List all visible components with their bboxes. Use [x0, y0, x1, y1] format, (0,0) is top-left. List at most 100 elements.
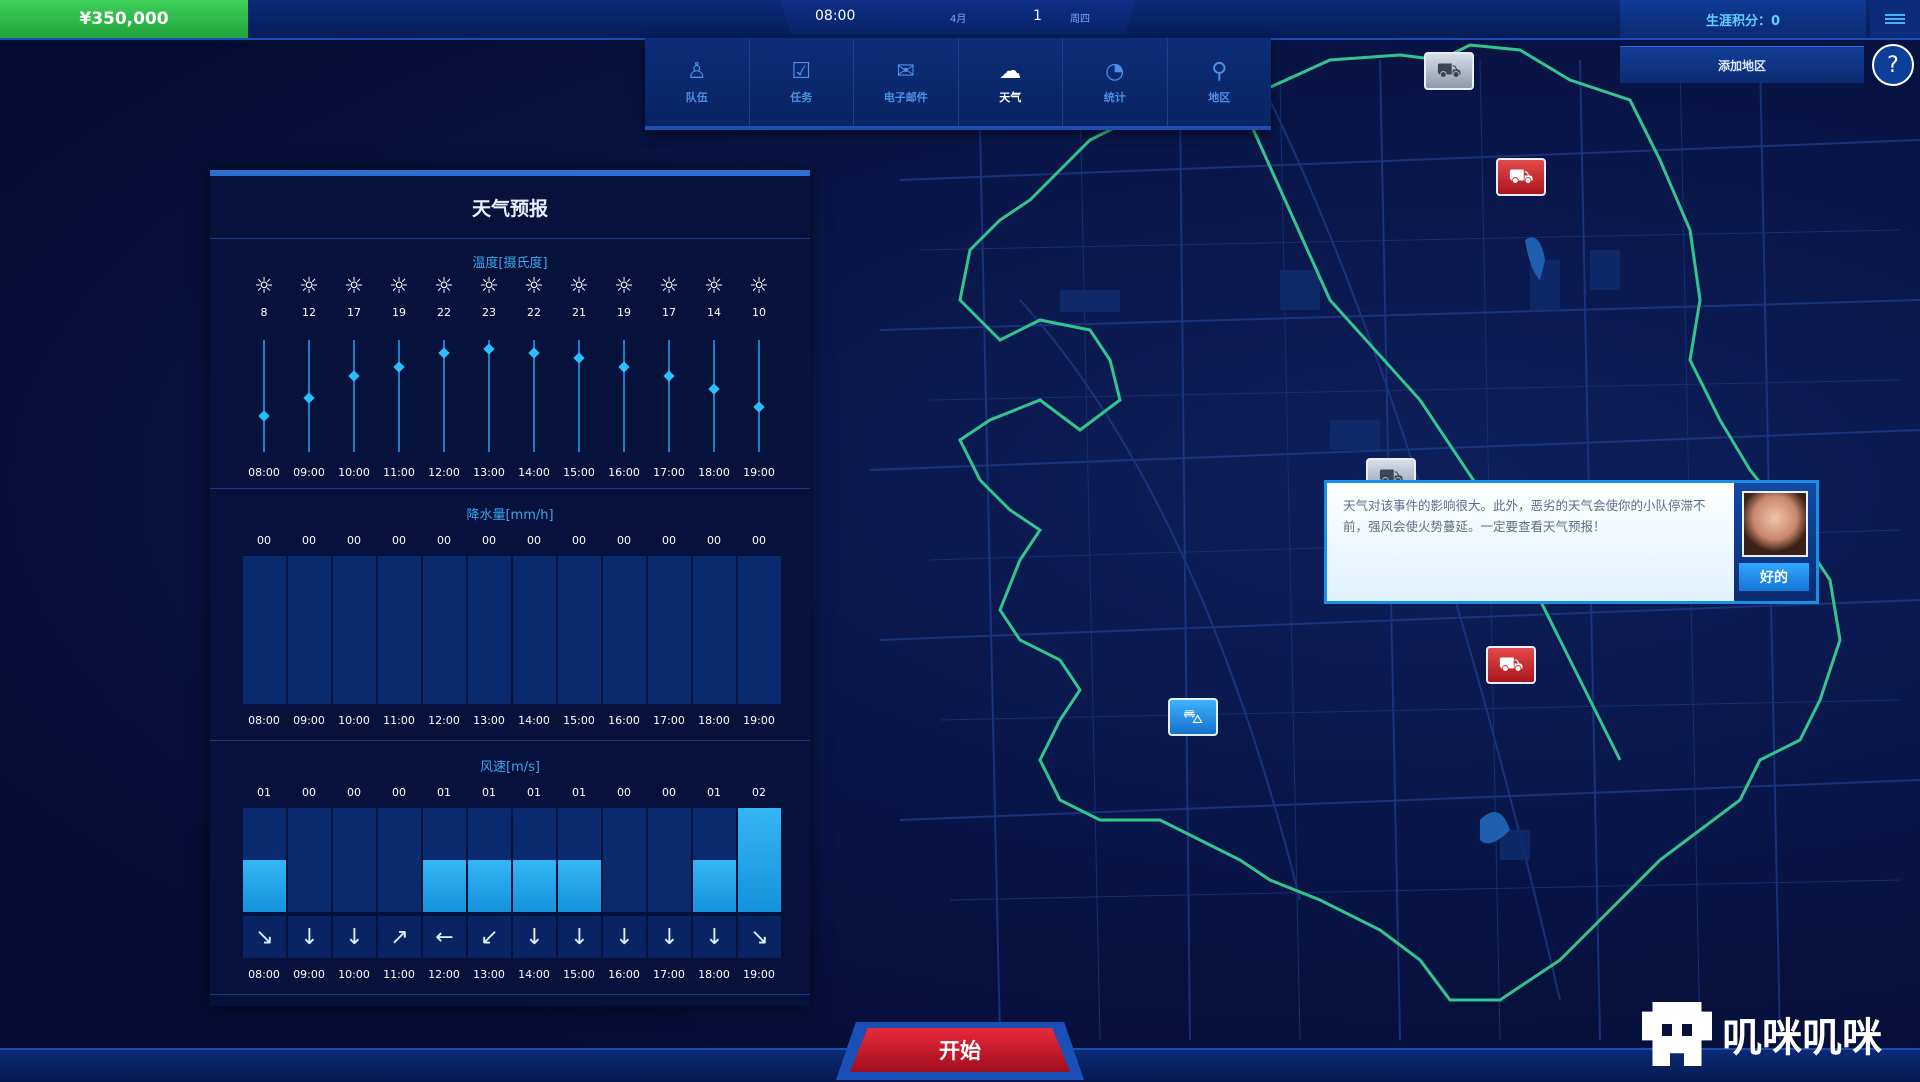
- hour-label: 17:00: [653, 968, 685, 981]
- wind-bar: [513, 808, 556, 912]
- panel-title: 天气预报: [210, 176, 810, 239]
- wind-direction-icon: ↓: [333, 916, 376, 958]
- wind-bar: [378, 808, 421, 912]
- add-region-button[interactable]: 添加地区: [1620, 46, 1864, 83]
- temperature-point: [753, 401, 765, 413]
- wind-value: 00: [617, 786, 631, 799]
- wind-value: 00: [392, 786, 406, 799]
- fire-truck-icon: ⛟: [1508, 163, 1534, 188]
- temperature-point: [258, 410, 270, 422]
- hour-label: 18:00: [698, 968, 730, 981]
- hamburger-icon: [1885, 12, 1905, 26]
- dialog-text: 天气对该事件的影响很大。此外，恶劣的天气会使你的小队停滞不前，强风会使火势蔓延。…: [1343, 498, 1706, 534]
- vehicle-marker-car[interactable]: ⛍: [1168, 698, 1218, 736]
- hour-label: 16:00: [608, 968, 640, 981]
- temperature-stem: [623, 340, 625, 452]
- money-display: ¥350,000: [0, 0, 248, 38]
- hour-label: 13:00: [473, 714, 505, 727]
- hour-label: 17:00: [653, 466, 685, 479]
- hour-label: 09:00: [293, 714, 325, 727]
- hour-label: 18:00: [698, 466, 730, 479]
- wind-title: 风速[m/s]: [480, 760, 540, 775]
- partly-cloudy-icon: ☼: [704, 274, 724, 299]
- weather-forecast-panel: 天气预报 温度[摄氏度] ☼ 8 08:00 ☼ 12 09:00 ☼ 17 10:00 ☼ 19 1…: [210, 170, 810, 1006]
- wind-direction-icon: ↓: [603, 916, 646, 958]
- temperature-section: 温度[摄氏度] ☼ 8 08:00 ☼ 12 09:00 ☼ 17 10:00 ☼ 19 11:00 ☼…: [210, 238, 810, 489]
- wind-bar: [738, 808, 781, 912]
- hour-label: 17:00: [653, 714, 685, 727]
- temperature-value: 22: [527, 306, 541, 319]
- temperature-stem: [713, 340, 715, 452]
- temperature-value: 12: [302, 306, 316, 319]
- vehicle-marker-fire-truck-2[interactable]: ⛟: [1486, 646, 1536, 684]
- wind-value: 01: [482, 786, 496, 799]
- partly-cloudy-icon: ☼: [254, 274, 274, 299]
- wind-direction-icon: ↘: [738, 916, 781, 958]
- temperature-point: [393, 361, 405, 373]
- precipitation-value: 00: [347, 534, 361, 547]
- temperature-value: 10: [752, 306, 766, 319]
- tab-email[interactable]: ✉ 电子邮件: [854, 38, 959, 126]
- wind-value: 01: [257, 786, 271, 799]
- temperature-point: [303, 392, 315, 404]
- day-label: 1: [1033, 8, 1042, 24]
- partly-cloudy-icon: ☼: [434, 274, 454, 299]
- wind-value: 01: [527, 786, 541, 799]
- precipitation-value: 00: [707, 534, 721, 547]
- career-score: 生涯积分：0: [1620, 0, 1866, 38]
- hour-label: 14:00: [518, 466, 550, 479]
- partly-cloudy-icon: ☼: [614, 274, 634, 299]
- cloud-icon: ☁: [999, 59, 1022, 84]
- tab-label: 统计: [1103, 91, 1126, 104]
- precipitation-bar: [738, 556, 781, 704]
- hour-label: 10:00: [338, 968, 370, 981]
- temperature-value: 22: [437, 306, 451, 319]
- mascot-logo-icon: [1642, 1002, 1712, 1066]
- wind-value: 02: [752, 786, 766, 799]
- partly-cloudy-icon: ☼: [479, 274, 499, 299]
- tab-region[interactable]: ⚲ 地区: [1168, 38, 1272, 126]
- wind-bar: [288, 808, 331, 912]
- hour-label: 15:00: [563, 714, 595, 727]
- hour-label: 19:00: [743, 466, 775, 479]
- hour-label: 19:00: [743, 714, 775, 727]
- hour-label: 09:00: [293, 466, 325, 479]
- precipitation-value: 00: [662, 534, 676, 547]
- wind-direction-icon: ↓: [693, 916, 736, 958]
- hour-label: 14:00: [518, 968, 550, 981]
- vehicle-marker-fire-truck[interactable]: ⛟: [1496, 158, 1546, 196]
- precipitation-bar: [243, 556, 286, 704]
- wind-value: 01: [707, 786, 721, 799]
- temperature-point: [348, 370, 360, 382]
- precipitation-value: 00: [572, 534, 586, 547]
- tab-label: 电子邮件: [883, 91, 928, 104]
- temperature-title: 温度[摄氏度]: [472, 256, 548, 271]
- temperature-stem: [488, 340, 490, 452]
- wind-direction-icon: ↘: [243, 916, 286, 958]
- hour-label: 12:00: [428, 466, 460, 479]
- start-button[interactable]: 开始: [850, 1028, 1070, 1072]
- temperature-value: 8: [260, 306, 268, 319]
- help-button[interactable]: ?: [1872, 44, 1914, 86]
- temperature-point: [573, 352, 585, 364]
- wind-direction-icon: ↓: [648, 916, 691, 958]
- menu-button[interactable]: [1870, 0, 1920, 38]
- hour-label: 11:00: [383, 968, 415, 981]
- wind-bar: [468, 808, 511, 912]
- tab-weather[interactable]: ☁ 天气: [959, 38, 1063, 126]
- fire-truck-icon: ⛟: [1498, 651, 1524, 676]
- precipitation-bar: [558, 556, 601, 704]
- time-display: 08:00 4月 1 周四: [780, 0, 1136, 34]
- tab-stats[interactable]: ◔ 统计: [1063, 38, 1168, 126]
- hour-label: 19:00: [743, 968, 775, 981]
- tab-team[interactable]: ♙ 队伍: [645, 38, 750, 126]
- tab-tasks[interactable]: ☑ 任务: [750, 38, 854, 126]
- wind-bar-fill: [423, 860, 466, 912]
- hour-label: 08:00: [248, 714, 280, 727]
- vehicle-marker-truck[interactable]: ⛟: [1424, 52, 1474, 90]
- tutorial-dialog: 天气对该事件的影响很大。此外，恶劣的天气会使你的小队停滞不前，强风会使火势蔓延。…: [1324, 480, 1740, 604]
- temperature-point: [663, 370, 675, 382]
- ok-button[interactable]: 好的: [1739, 563, 1809, 591]
- partly-cloudy-icon: ☼: [389, 274, 409, 299]
- precipitation-bar: [468, 556, 511, 704]
